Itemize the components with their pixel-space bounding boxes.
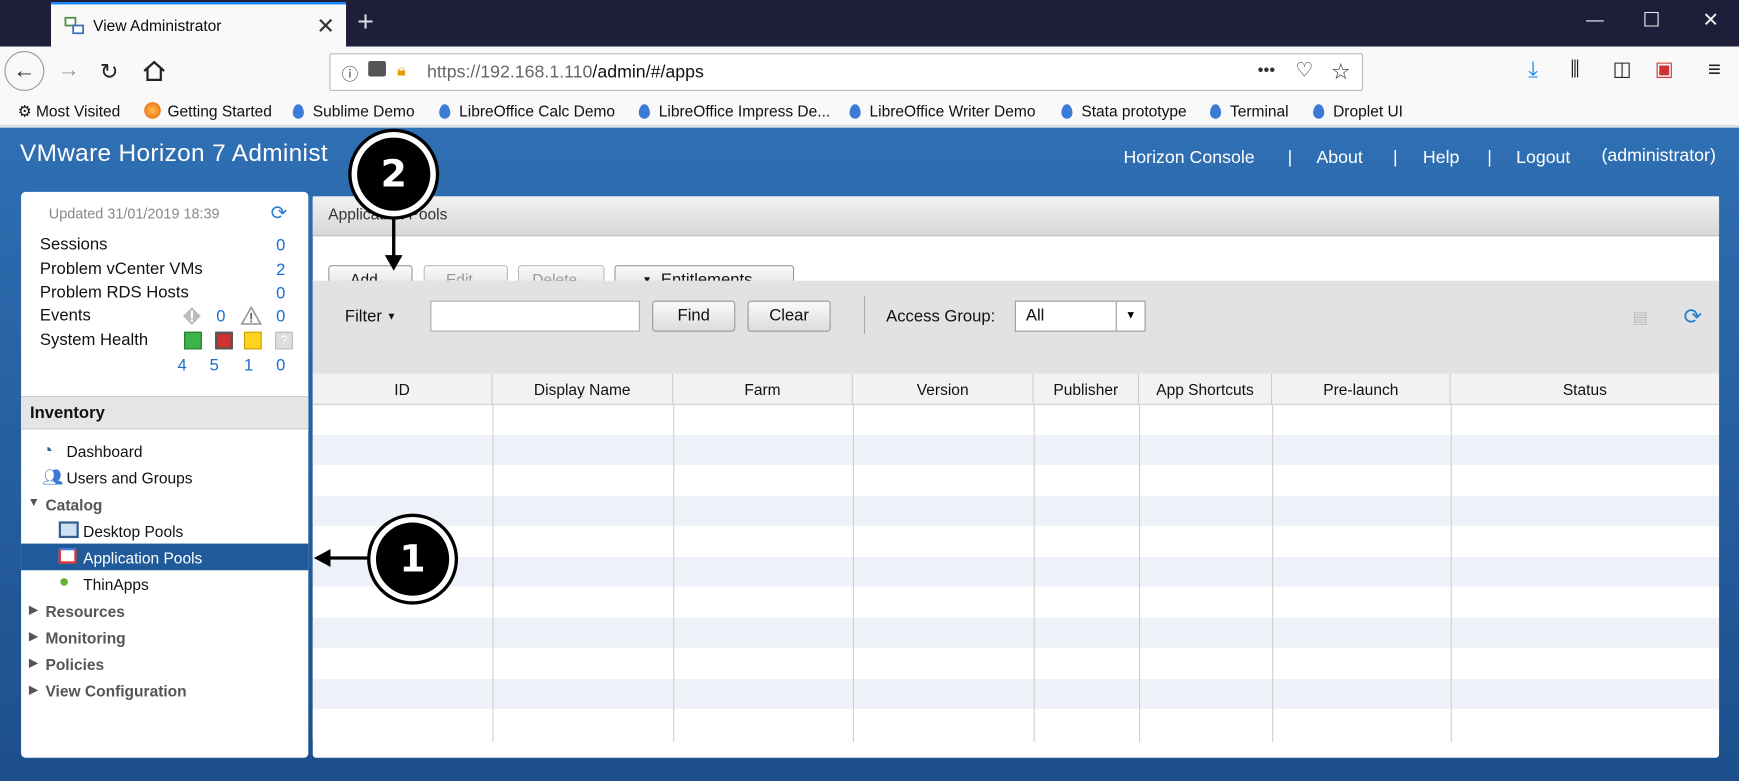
annotation-overlay: [313, 217, 403, 567]
callout-2: 2: [351, 132, 436, 217]
arrow-2-head: [384, 255, 403, 271]
callout-1: 1: [370, 516, 455, 602]
arrow-1-head: [313, 549, 331, 567]
